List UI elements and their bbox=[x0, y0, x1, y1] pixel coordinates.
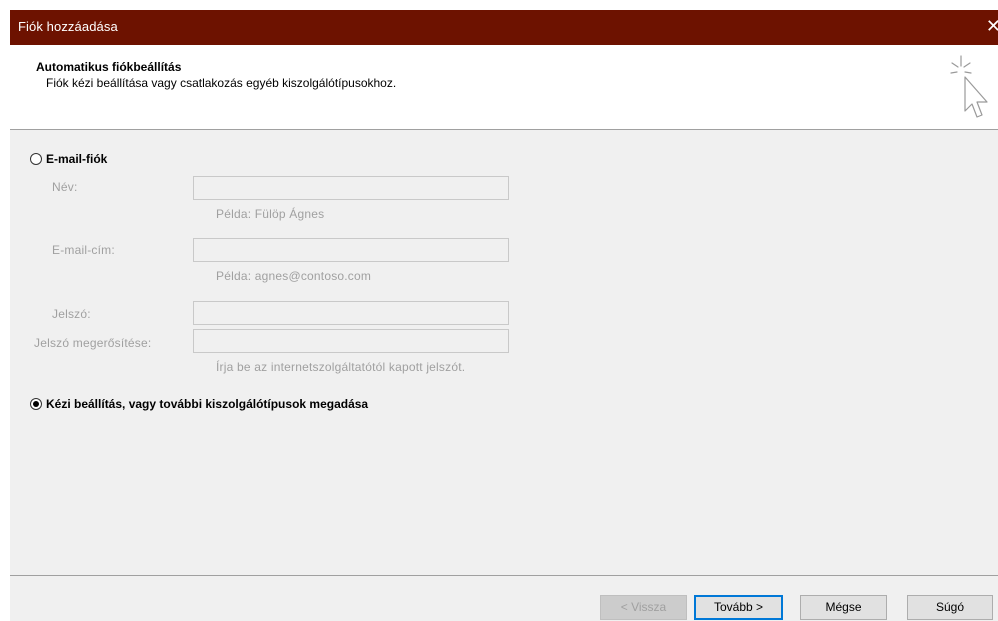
manual-setup-radio[interactable] bbox=[30, 398, 42, 410]
name-field[interactable] bbox=[193, 176, 509, 200]
help-button[interactable]: Súgó bbox=[907, 595, 993, 620]
title-bar: Fiók hozzáadása ✕ bbox=[10, 10, 998, 45]
email-label: E-mail-cím: bbox=[52, 243, 115, 257]
password-label: Jelszó: bbox=[52, 307, 91, 321]
add-account-dialog: Fiók hozzáadása ✕ Automatikus fiókbeállí… bbox=[10, 10, 998, 621]
page-title: Automatikus fiókbeállítás bbox=[36, 60, 182, 74]
password-confirm-label: Jelszó megerősítése: bbox=[34, 336, 152, 350]
footer-divider bbox=[10, 575, 998, 576]
password-field[interactable] bbox=[193, 301, 509, 325]
page-subtitle: Fiók kézi beállítása vagy csatlakozás eg… bbox=[46, 76, 397, 90]
wizard-cursor-icon bbox=[950, 55, 988, 118]
cancel-button[interactable]: Mégse bbox=[800, 595, 887, 620]
next-button[interactable]: Tovább > bbox=[694, 595, 783, 620]
password-hint: Írja be az internetszolgáltatótól kapott… bbox=[216, 360, 466, 374]
email-hint: Példa: agnes@contoso.com bbox=[216, 269, 372, 283]
password-confirm-field[interactable] bbox=[193, 329, 509, 353]
wizard-header: Automatikus fiókbeállítás Fiók kézi beál… bbox=[10, 45, 998, 130]
back-button[interactable]: < Vissza bbox=[600, 595, 687, 620]
name-hint: Példa: Fülöp Ágnes bbox=[216, 207, 325, 221]
email-account-label[interactable]: E-mail-fiók bbox=[46, 152, 107, 166]
email-field[interactable] bbox=[193, 238, 509, 262]
window-title: Fiók hozzáadása bbox=[18, 19, 118, 34]
name-label: Név: bbox=[52, 180, 78, 194]
close-icon[interactable]: ✕ bbox=[986, 16, 998, 36]
manual-setup-label[interactable]: Kézi beállítás, vagy további kiszolgálót… bbox=[46, 397, 368, 411]
email-account-radio[interactable] bbox=[30, 153, 42, 165]
